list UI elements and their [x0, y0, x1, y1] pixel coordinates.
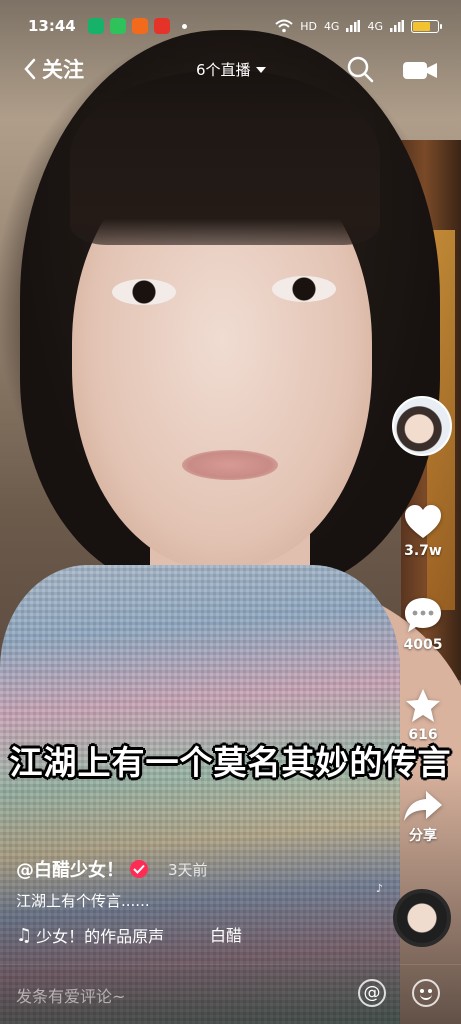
- comment-button[interactable]: 4005: [395, 596, 451, 653]
- signal-1-icon: [346, 20, 361, 32]
- like-button[interactable]: 3.7w: [395, 504, 451, 559]
- signal-2-label: 4G: [367, 19, 383, 33]
- mention-button[interactable]: @: [358, 979, 386, 1007]
- status-time: 13:44: [28, 17, 76, 35]
- top-nav: 关注 6个直播: [0, 52, 461, 88]
- music-title: 少女！的作品原声: [36, 927, 165, 946]
- status-bar: 13:44 HD 4G 4G: [0, 0, 461, 52]
- battery-icon: [411, 19, 442, 33]
- video-subject-right-eye: [272, 276, 336, 302]
- author-avatar[interactable]: [392, 396, 452, 456]
- camera-icon[interactable]: [402, 59, 438, 81]
- chevron-left-icon: [24, 58, 36, 80]
- share-button[interactable]: 分享: [395, 790, 451, 845]
- search-icon[interactable]: [345, 54, 375, 84]
- wifi-icon: [275, 19, 293, 33]
- following-label: 关注: [42, 58, 84, 82]
- caret-down-icon: [255, 66, 266, 73]
- hd-indicator: HD: [300, 19, 317, 33]
- comment-bar: 发条有爱评论~ @: [0, 964, 461, 1024]
- live-dropdown[interactable]: 6个直播: [196, 59, 266, 80]
- battery-level: [413, 21, 430, 31]
- favorite-button[interactable]: 616: [395, 688, 451, 743]
- back-button[interactable]: 关注: [22, 54, 84, 84]
- video-caption: 江湖上有一个莫名其妙的传言: [9, 743, 452, 782]
- emoji-button[interactable]: [412, 979, 440, 1007]
- floating-note-icon: ♪: [376, 882, 384, 895]
- comment-icon: [405, 598, 441, 632]
- post-info: @白醋少女！ 3天前 江湖上有个传言...... ♫ 少女！的作品原声: [16, 856, 376, 947]
- signal-2-icon: [390, 20, 404, 32]
- author-name[interactable]: @白醋少女！: [16, 856, 124, 882]
- comment-input[interactable]: 发条有爱评论~: [16, 983, 125, 1007]
- post-time: 3天前: [168, 860, 208, 879]
- heart-icon: [405, 505, 441, 538]
- video-player[interactable]: 13:44 HD 4G 4G 关注 6个直播 3.7w 4005 616 分享 …: [0, 0, 461, 1024]
- star-icon: [406, 689, 440, 722]
- smile-icon: [420, 993, 432, 1000]
- music-note-icon: ♫: [16, 924, 33, 946]
- author-row: @白醋少女！ 3天前: [16, 856, 376, 882]
- like-count: 3.7w: [404, 543, 442, 559]
- post-description[interactable]: 江湖上有个传言......: [16, 890, 376, 911]
- live-count-label: 6个直播: [196, 61, 251, 79]
- wechat-app-icon: [109, 18, 126, 34]
- music-disc[interactable]: [393, 889, 451, 947]
- video-subject-mouth: [182, 450, 278, 480]
- more-notifications-icon: [181, 23, 187, 29]
- share-arrow-icon: [404, 791, 442, 821]
- taobao-app-icon: [131, 18, 148, 34]
- video-subject-left-eye: [112, 279, 176, 305]
- share-label: 分享: [409, 828, 437, 844]
- verified-icon: [130, 860, 148, 878]
- signal-1-label: 4G: [323, 19, 340, 33]
- music-title-scroll: 白醋: [210, 926, 243, 945]
- status-indicators: HD 4G 4G: [275, 19, 442, 33]
- shield-app-icon: [87, 18, 104, 34]
- notification-app-icon: [153, 18, 170, 34]
- comment-count: 4005: [403, 637, 443, 653]
